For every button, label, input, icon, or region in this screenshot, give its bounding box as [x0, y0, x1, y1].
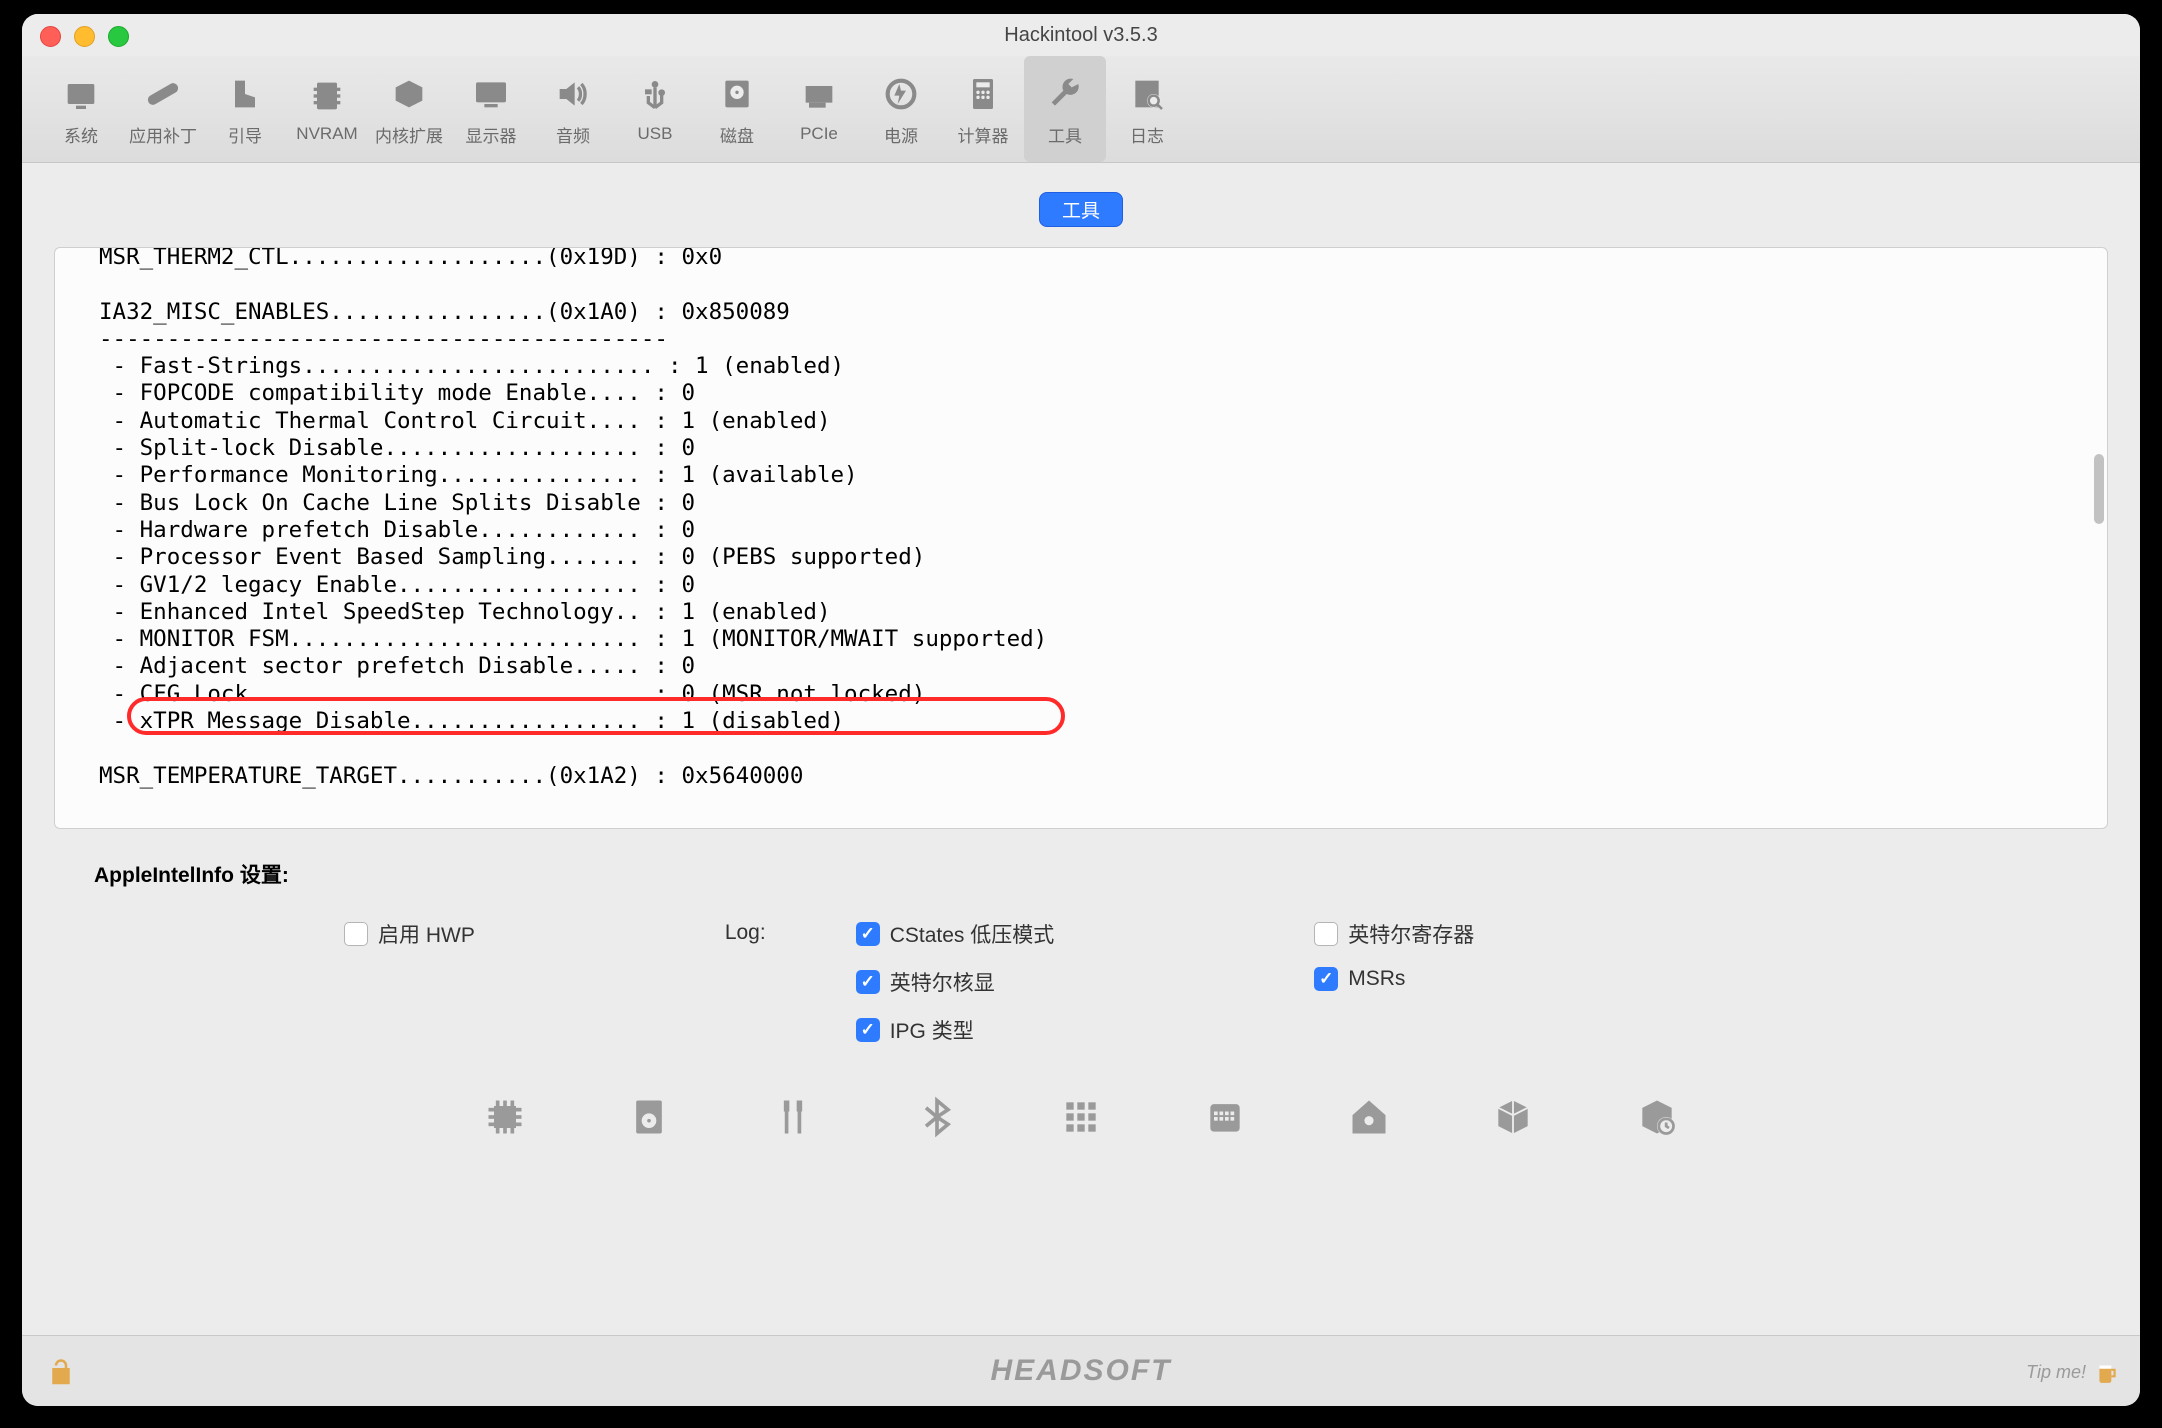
- toolbar-label: 电源: [884, 122, 918, 147]
- toolbar-label: 系统: [64, 122, 98, 147]
- power-icon: [879, 72, 923, 116]
- app-window: Hackintool v3.5.3 系统 应用补丁 引导 NVRAM 内核扩展显示器 音频…: [22, 14, 2140, 1406]
- cube-icon[interactable]: [1491, 1095, 1535, 1139]
- home-icon[interactable]: [1347, 1095, 1391, 1139]
- cpu-icon[interactable]: [483, 1095, 527, 1139]
- lock-open-icon[interactable]: [46, 1358, 76, 1388]
- cube-time-icon[interactable]: [1635, 1095, 1679, 1139]
- toolbar-label: 磁盘: [720, 122, 754, 147]
- toolbar-bandage[interactable]: 应用补丁: [122, 56, 204, 162]
- toolbar-label: NVRAM: [296, 124, 357, 144]
- toolbar-module[interactable]: 内核扩展: [368, 56, 450, 162]
- label-hwp: 启用 HWP: [378, 919, 475, 949]
- toolbar-label: 计算器: [958, 122, 1009, 147]
- toolbar-boot[interactable]: 引导: [204, 56, 286, 162]
- titlebar: Hackintool v3.5.3: [22, 14, 2140, 56]
- disk-dump-icon[interactable]: [627, 1095, 671, 1139]
- footer-logo: HEADSOFT: [991, 1354, 1172, 1388]
- scrollbar-thumb[interactable]: [2094, 454, 2104, 524]
- zoom-icon[interactable]: [108, 26, 129, 47]
- grid-icon[interactable]: [1059, 1095, 1103, 1139]
- toolbar-label: 音频: [556, 122, 590, 147]
- label-ipg: IPG 类型: [890, 1015, 974, 1045]
- bluetooth-icon[interactable]: [915, 1095, 959, 1139]
- checkbox-igpu[interactable]: [856, 970, 880, 994]
- checkbox-intel-regs[interactable]: [1314, 922, 1338, 946]
- console-output[interactable]: MSR_THERM2_CTL...................(0x19D)…: [55, 247, 2107, 804]
- checkbox-hwp[interactable]: [344, 922, 368, 946]
- toolbar-label: 内核扩展: [375, 122, 443, 147]
- toolbar-usb[interactable]: USB: [614, 56, 696, 162]
- calendar-icon[interactable]: [1203, 1095, 1247, 1139]
- settings-options: 启用 HWP Log: CStates 低压模式 英特尔核显 IPG 类型 英特…: [54, 919, 2108, 1045]
- calc-icon: [961, 72, 1005, 116]
- display-icon: [469, 72, 513, 116]
- toolbar-chip[interactable]: NVRAM: [286, 56, 368, 162]
- toolbar-label: 日志: [1130, 122, 1164, 147]
- label-cstates: CStates 低压模式: [890, 919, 1055, 949]
- cables-icon[interactable]: [771, 1095, 815, 1139]
- log-label: Log:: [725, 919, 766, 945]
- bandage-icon: [141, 72, 185, 116]
- beer-icon[interactable]: [2094, 1356, 2120, 1388]
- toolbar-label: PCIe: [800, 124, 838, 144]
- toolbar-pcie[interactable]: PCIe: [778, 56, 860, 162]
- toolbar: 系统 应用补丁 引导 NVRAM 内核扩展显示器 音频 USB 磁盘 PCIe 电源 计算器 工具 日志: [22, 56, 2140, 163]
- checkbox-ipg[interactable]: [856, 1018, 880, 1042]
- toolbar-label: 应用补丁: [129, 122, 197, 147]
- console-panel: MSR_THERM2_CTL...................(0x19D)…: [54, 247, 2108, 829]
- toolbar-label: 显示器: [466, 122, 517, 147]
- wrench-icon: [1043, 72, 1087, 116]
- log-icon: [1125, 72, 1169, 116]
- close-icon[interactable]: [40, 26, 61, 47]
- settings-heading: AppleIntelInfo 设置:: [94, 859, 2108, 889]
- minimize-icon[interactable]: [74, 26, 95, 47]
- segment-tools[interactable]: 工具: [1039, 192, 1123, 227]
- toolbar-label: 引导: [228, 122, 262, 147]
- toolbar-speaker[interactable]: 音频: [532, 56, 614, 162]
- monitor-icon: [59, 72, 103, 116]
- label-igpu: 英特尔核显: [890, 967, 995, 997]
- checkbox-msrs[interactable]: [1314, 967, 1338, 991]
- footer: HEADSOFT Tip me!: [22, 1335, 2140, 1406]
- toolbar-monitor[interactable]: 系统: [40, 56, 122, 162]
- utility-icon-row: [54, 1095, 2108, 1139]
- toolbar-log[interactable]: 日志: [1106, 56, 1188, 162]
- speaker-icon: [551, 72, 595, 116]
- toolbar-label: USB: [638, 124, 673, 144]
- toolbar-power[interactable]: 电源: [860, 56, 942, 162]
- tip-label[interactable]: Tip me!: [2026, 1362, 2086, 1383]
- boot-icon: [223, 72, 267, 116]
- checkbox-cstates[interactable]: [856, 922, 880, 946]
- module-icon: [387, 72, 431, 116]
- chip-icon: [305, 74, 349, 118]
- label-intel-regs: 英特尔寄存器: [1348, 919, 1474, 949]
- toolbar-calc[interactable]: 计算器: [942, 56, 1024, 162]
- usb-icon: [633, 74, 677, 118]
- toolbar-display[interactable]: 显示器: [450, 56, 532, 162]
- toolbar-label: 工具: [1048, 122, 1082, 147]
- toolbar-disk[interactable]: 磁盘: [696, 56, 778, 162]
- disk-icon: [715, 72, 759, 116]
- pcie-icon: [797, 74, 841, 118]
- toolbar-wrench[interactable]: 工具: [1024, 56, 1106, 162]
- window-title: Hackintool v3.5.3: [1004, 24, 1157, 47]
- label-msrs: MSRs: [1348, 967, 1405, 991]
